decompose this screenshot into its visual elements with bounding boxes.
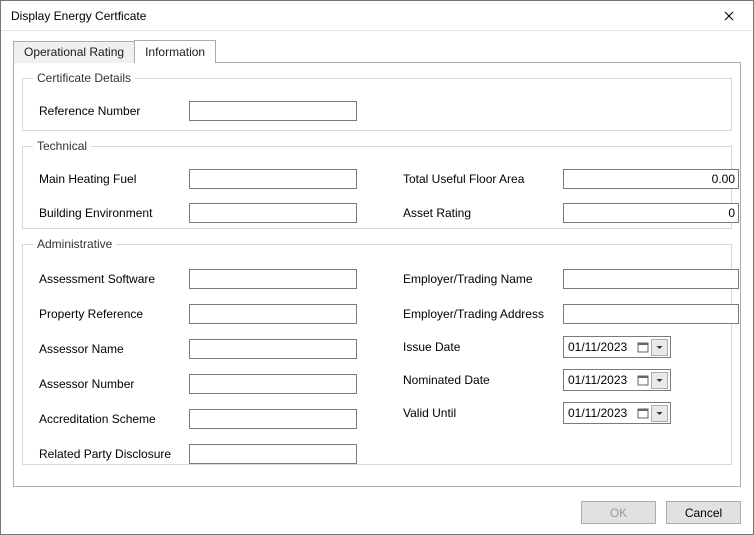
accreditation-scheme-label: Accreditation Scheme (39, 412, 189, 426)
related-party-disclosure-label: Related Party Disclosure (39, 447, 189, 461)
close-button[interactable] (706, 2, 751, 30)
assessor-name-label: Assessor Name (39, 342, 189, 356)
window-title: Display Energy Certficate (11, 9, 146, 23)
dialog-window: Display Energy Certficate Operational Ra… (0, 0, 754, 535)
calendar-icon (637, 341, 649, 353)
employer-trading-address-label: Employer/Trading Address (403, 307, 563, 321)
assessment-software-label: Assessment Software (39, 272, 189, 286)
assessor-number-label: Assessor Number (39, 377, 189, 391)
issue-date-label: Issue Date (403, 340, 563, 354)
employer-trading-name-label: Employer/Trading Name (403, 272, 563, 286)
building-environment-input[interactable] (189, 203, 357, 223)
nominated-date-label: Nominated Date (403, 373, 563, 387)
asset-rating-label: Asset Rating (403, 206, 563, 220)
reference-number-input[interactable] (189, 101, 357, 121)
group-administrative: Administrative Assessment Software Prope… (22, 237, 732, 465)
tabstrip: Operational Rating Information (13, 39, 741, 62)
tab-operational-rating[interactable]: Operational Rating (13, 41, 135, 63)
issue-date-dropdown-button[interactable] (651, 339, 668, 356)
group-technical: Technical Main Heating Fuel Building Env… (22, 139, 732, 229)
titlebar: Display Energy Certficate (1, 1, 753, 31)
property-reference-input[interactable] (189, 304, 357, 324)
group-certificate-details-legend: Certificate Details (33, 71, 135, 85)
calendar-icon (637, 407, 649, 419)
issue-date-picker[interactable]: 01/11/2023 (563, 336, 671, 358)
tab-page-information: Certificate Details Reference Number Tec… (13, 62, 741, 487)
ok-button: OK (581, 501, 656, 524)
issue-date-value: 01/11/2023 (568, 340, 627, 354)
related-party-disclosure-input[interactable] (189, 444, 357, 464)
reference-number-label: Reference Number (39, 104, 189, 118)
chevron-down-icon (656, 377, 663, 384)
group-administrative-legend: Administrative (33, 237, 116, 251)
nominated-date-dropdown-button[interactable] (651, 372, 668, 389)
valid-until-value: 01/11/2023 (568, 406, 627, 420)
assessment-software-input[interactable] (189, 269, 357, 289)
valid-until-picker[interactable]: 01/11/2023 (563, 402, 671, 424)
main-heating-fuel-input[interactable] (189, 169, 357, 189)
dialog-buttons: OK Cancel (581, 501, 741, 524)
employer-trading-address-input[interactable] (563, 304, 739, 324)
assessor-number-input[interactable] (189, 374, 357, 394)
chevron-down-icon (656, 344, 663, 351)
group-technical-legend: Technical (33, 139, 91, 153)
total-useful-floor-area-input[interactable] (563, 169, 739, 189)
cancel-button[interactable]: Cancel (666, 501, 741, 524)
total-useful-floor-area-label: Total Useful Floor Area (403, 172, 563, 186)
property-reference-label: Property Reference (39, 307, 189, 321)
main-heating-fuel-label: Main Heating Fuel (39, 172, 189, 186)
nominated-date-picker[interactable]: 01/11/2023 (563, 369, 671, 391)
employer-trading-name-input[interactable] (563, 269, 739, 289)
valid-until-label: Valid Until (403, 406, 563, 420)
accreditation-scheme-input[interactable] (189, 409, 357, 429)
calendar-icon (637, 374, 649, 386)
close-icon (724, 11, 734, 21)
building-environment-label: Building Environment (39, 206, 189, 220)
tab-information[interactable]: Information (134, 40, 216, 63)
assessor-name-input[interactable] (189, 339, 357, 359)
chevron-down-icon (656, 410, 663, 417)
group-certificate-details: Certificate Details Reference Number (22, 71, 732, 131)
content-area: Operational Rating Information Certifica… (13, 39, 741, 486)
asset-rating-input[interactable] (563, 203, 739, 223)
valid-until-dropdown-button[interactable] (651, 405, 668, 422)
nominated-date-value: 01/11/2023 (568, 373, 627, 387)
